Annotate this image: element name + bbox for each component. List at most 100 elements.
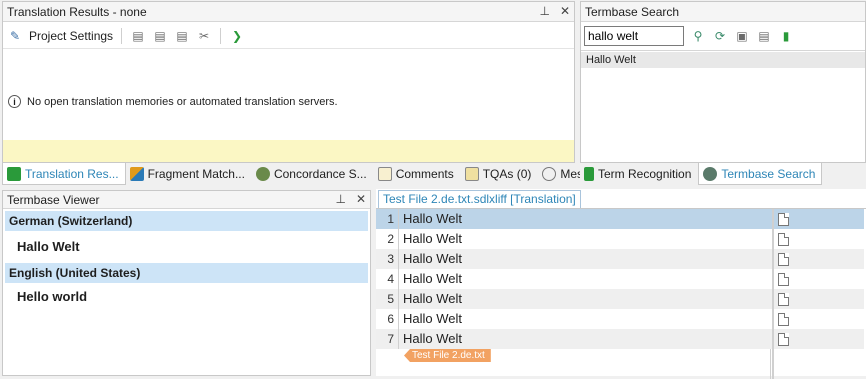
segment-status bbox=[772, 329, 864, 349]
concordance-icon bbox=[255, 167, 270, 181]
tab-label: Comments bbox=[395, 167, 454, 181]
move-up-icon[interactable]: ▤ bbox=[130, 28, 146, 44]
tools-icon[interactable]: ✂ bbox=[196, 28, 212, 44]
tab-label: Fragment Match... bbox=[147, 167, 245, 181]
close-icon[interactable]: ✕ bbox=[356, 192, 366, 206]
document-icon bbox=[778, 232, 789, 246]
termbase-search-titlebar: Termbase Search bbox=[581, 2, 865, 22]
segment-row[interactable]: 1 Hallo Welt bbox=[376, 209, 864, 229]
segment-status bbox=[772, 289, 864, 309]
toolbar-separator bbox=[121, 27, 123, 44]
segment-text[interactable]: Hallo Welt bbox=[398, 209, 770, 229]
editor-grid: 1 Hallo Welt 2 Hallo Welt 3 Hallo Welt 4… bbox=[376, 208, 866, 379]
tab-label: TQAs (0) bbox=[482, 167, 532, 181]
term-entry: Hallo Welt bbox=[17, 238, 80, 254]
settings-icon[interactable]: ✎ bbox=[7, 28, 23, 44]
segment-text[interactable]: Hallo Welt bbox=[398, 309, 770, 329]
termbase-search-title: Termbase Search bbox=[585, 4, 680, 19]
segment-text[interactable]: Hallo Welt bbox=[398, 249, 770, 269]
play-icon[interactable]: ❯ bbox=[229, 28, 245, 44]
grid-vertical-line bbox=[770, 349, 771, 379]
translation-results-titlebar: Translation Results - none ⊥ ✕ bbox=[3, 2, 574, 22]
list-icon[interactable]: ▤ bbox=[174, 28, 190, 44]
termbase-search-toolbar: ⚲ ⟳ ▣ ▤ ▮ bbox=[581, 23, 865, 49]
tab-label: Concordance S... bbox=[273, 167, 367, 181]
segment-status bbox=[772, 309, 864, 329]
tab-term-recognition[interactable]: Term Recognition bbox=[580, 163, 699, 185]
tab-label: Termbase Search bbox=[721, 166, 816, 181]
segment-row[interactable]: 6 Hallo Welt bbox=[376, 309, 864, 329]
segment-row[interactable]: 4 Hallo Welt bbox=[376, 269, 864, 289]
segment-number: 6 bbox=[387, 312, 394, 326]
term-entry: Hello world bbox=[17, 288, 88, 304]
search-result-item[interactable]: Hallo Welt bbox=[581, 52, 865, 68]
translation-results-icon bbox=[7, 166, 21, 181]
document-icon bbox=[778, 272, 789, 286]
close-icon[interactable]: ✕ bbox=[560, 4, 570, 18]
tab-fragment-matches[interactable]: Fragment Match... bbox=[125, 163, 252, 185]
segment-text[interactable]: Hallo Welt bbox=[398, 289, 770, 309]
termbase-search-results: Hallo Welt bbox=[581, 50, 865, 162]
translation-results-title: Translation Results - none bbox=[7, 4, 147, 19]
segment-number: 7 bbox=[387, 332, 394, 346]
info-message-text: No open translation memories or automate… bbox=[27, 95, 338, 108]
segment-number: 3 bbox=[387, 252, 394, 266]
info-icon: i bbox=[8, 95, 21, 108]
segment-number: 4 bbox=[387, 272, 394, 286]
segment-number: 1 bbox=[387, 212, 394, 226]
move-down-icon[interactable]: ▤ bbox=[152, 28, 168, 44]
tab-tqas[interactable]: TQAs (0) bbox=[460, 163, 539, 185]
translation-results-toolbar: ✎ Project Settings ▤ ▤ ▤ ✂ ❯ bbox=[3, 23, 574, 49]
document-icon bbox=[778, 332, 789, 346]
segment-text[interactable]: Hallo Welt bbox=[398, 329, 770, 349]
refresh-icon[interactable]: ⟳ bbox=[712, 28, 728, 44]
document-icon[interactable]: ▤ bbox=[756, 28, 772, 44]
tab-label: Term Recognition bbox=[598, 167, 692, 181]
termbase-search-panel: Termbase Search ⚲ ⟳ ▣ ▤ ▮ Hallo Welt bbox=[580, 1, 866, 163]
bottom-tabstrip-right: Term Recognition Termbase Search bbox=[580, 163, 823, 185]
termbase-icon[interactable]: ▮ bbox=[778, 28, 794, 44]
segment-number: 5 bbox=[387, 292, 394, 306]
pin-icon[interactable]: ⊥ bbox=[539, 4, 549, 18]
document-icon bbox=[778, 252, 789, 266]
language-header: English (United States) bbox=[5, 263, 368, 283]
editor-panel: Test File 2.de.txt.sdlxliff [Translation… bbox=[376, 189, 866, 379]
document-icon bbox=[778, 312, 789, 326]
segment-status bbox=[772, 209, 864, 229]
segment-row[interactable]: 2 Hallo Welt bbox=[376, 229, 864, 249]
tab-translation-results[interactable]: Translation Res... bbox=[2, 163, 126, 185]
grid-vertical-line bbox=[772, 349, 774, 379]
fragment-icon bbox=[129, 167, 144, 181]
tab-concordance-search[interactable]: Concordance S... bbox=[251, 163, 374, 185]
search-icon[interactable]: ⚲ bbox=[690, 28, 706, 44]
termbase-viewer-titlebar: Termbase Viewer ⊥ ✕ bbox=[3, 191, 370, 209]
document-icon bbox=[778, 212, 789, 226]
segment-text[interactable]: Hallo Welt bbox=[398, 229, 770, 249]
message-area: i No open translation memories or automa… bbox=[3, 50, 574, 140]
segment-row[interactable]: 3 Hallo Welt bbox=[376, 249, 864, 269]
translation-results-panel: Translation Results - none ⊥ ✕ ✎ Project… bbox=[2, 1, 575, 163]
segment-row[interactable]: 5 Hallo Welt bbox=[376, 289, 864, 309]
export-icon[interactable]: ▣ bbox=[734, 28, 750, 44]
termbase-search-input[interactable] bbox=[584, 26, 684, 46]
language-header: German (Switzerland) bbox=[5, 211, 368, 231]
editor-document-tab[interactable]: Test File 2.de.txt.sdlxliff [Translation… bbox=[378, 190, 581, 208]
info-message: i No open translation memories or automa… bbox=[8, 95, 338, 108]
messages-icon bbox=[542, 167, 557, 181]
segment-row[interactable]: 7 Hallo Welt bbox=[376, 329, 864, 349]
termbase-viewer-panel: Termbase Viewer ⊥ ✕ German (Switzerland)… bbox=[2, 190, 371, 376]
tab-termbase-search[interactable]: Termbase Search bbox=[698, 163, 823, 185]
termbase-search-icon bbox=[703, 166, 718, 181]
comments-icon bbox=[377, 167, 392, 181]
termbase-viewer-title: Termbase Viewer bbox=[7, 192, 100, 207]
pin-icon[interactable]: ⊥ bbox=[335, 192, 345, 206]
project-settings-button[interactable]: Project Settings bbox=[29, 29, 113, 43]
term-recognition-icon bbox=[584, 167, 594, 181]
segment-text[interactable]: Hallo Welt bbox=[398, 269, 770, 289]
yellow-status-bar bbox=[3, 140, 574, 162]
termbase-viewer-content: German (Switzerland) Hallo Welt English … bbox=[3, 211, 370, 309]
tab-label: Translation Res... bbox=[25, 166, 119, 181]
toolbar-separator bbox=[220, 27, 222, 44]
tab-comments[interactable]: Comments bbox=[373, 163, 461, 185]
segment-status bbox=[772, 229, 864, 249]
